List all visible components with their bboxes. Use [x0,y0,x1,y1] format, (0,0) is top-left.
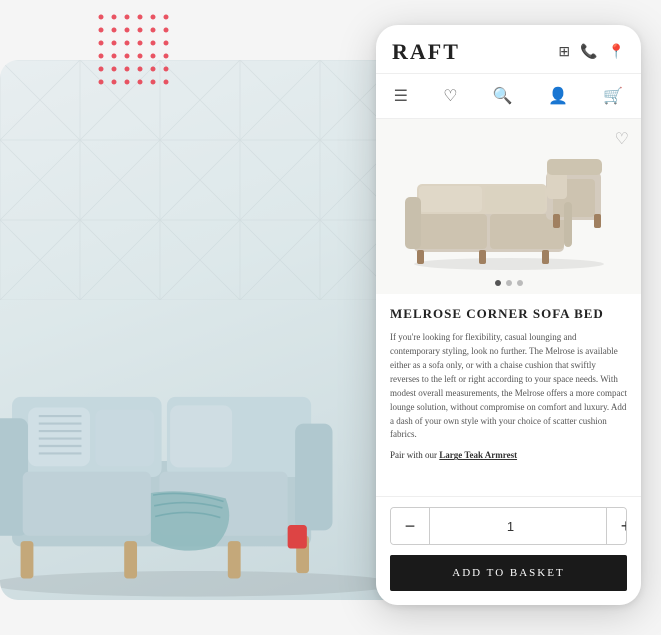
brand-name: RAFT [392,39,460,65]
image-dots [495,280,523,286]
sofa-photo [0,195,430,600]
dot-1[interactable] [495,280,501,286]
header-icons: ⊞ 📞 📍 [558,44,625,61]
product-description: If you're looking for flexibility, casua… [390,331,627,443]
user-icon[interactable]: 👤 [540,82,576,110]
product-info: MELROSE CORNER SOFA BED If you're lookin… [376,294,641,496]
product-title: MELROSE CORNER SOFA BED [390,306,627,323]
pair-text: Pair with our Large Teak Armrest [390,450,627,460]
background-photo [0,60,430,600]
grid-icon[interactable]: ⊞ [558,44,570,61]
wishlist-button[interactable]: ♡ [615,129,629,149]
phone-frame: RAFT ⊞ 📞 📍 ☰ ♡ 🔍 👤 🛒 ♡ [376,25,641,605]
search-icon[interactable]: 🔍 [485,82,521,110]
quantity-input[interactable] [429,508,607,544]
phone-nav: ☰ ♡ 🔍 👤 🛒 [376,74,641,119]
phone-header: RAFT ⊞ 📞 📍 [376,25,641,74]
dot-2[interactable] [506,280,512,286]
menu-icon[interactable]: ☰ [386,82,416,110]
heart-icon[interactable]: ♡ [435,82,465,110]
decorative-dots [12,12,181,102]
cart-icon[interactable]: 🛒 [595,82,631,110]
quantity-row: − + [390,507,627,545]
scene: RAFT ⊞ 📞 📍 ☰ ♡ 🔍 👤 🛒 ♡ [0,0,661,635]
phone-icon[interactable]: 📞 [580,44,597,61]
quantity-minus-button[interactable]: − [391,508,429,544]
quantity-plus-button[interactable]: + [607,508,627,544]
location-icon[interactable]: 📍 [608,44,625,61]
add-to-basket-button[interactable]: ADD TO BASKET [390,555,627,591]
bottom-section: − + ADD TO BASKET [376,496,641,605]
dot-3[interactable] [517,280,523,286]
product-image-area: ♡ [376,119,641,294]
pair-link[interactable]: Large Teak Armrest [439,450,517,460]
